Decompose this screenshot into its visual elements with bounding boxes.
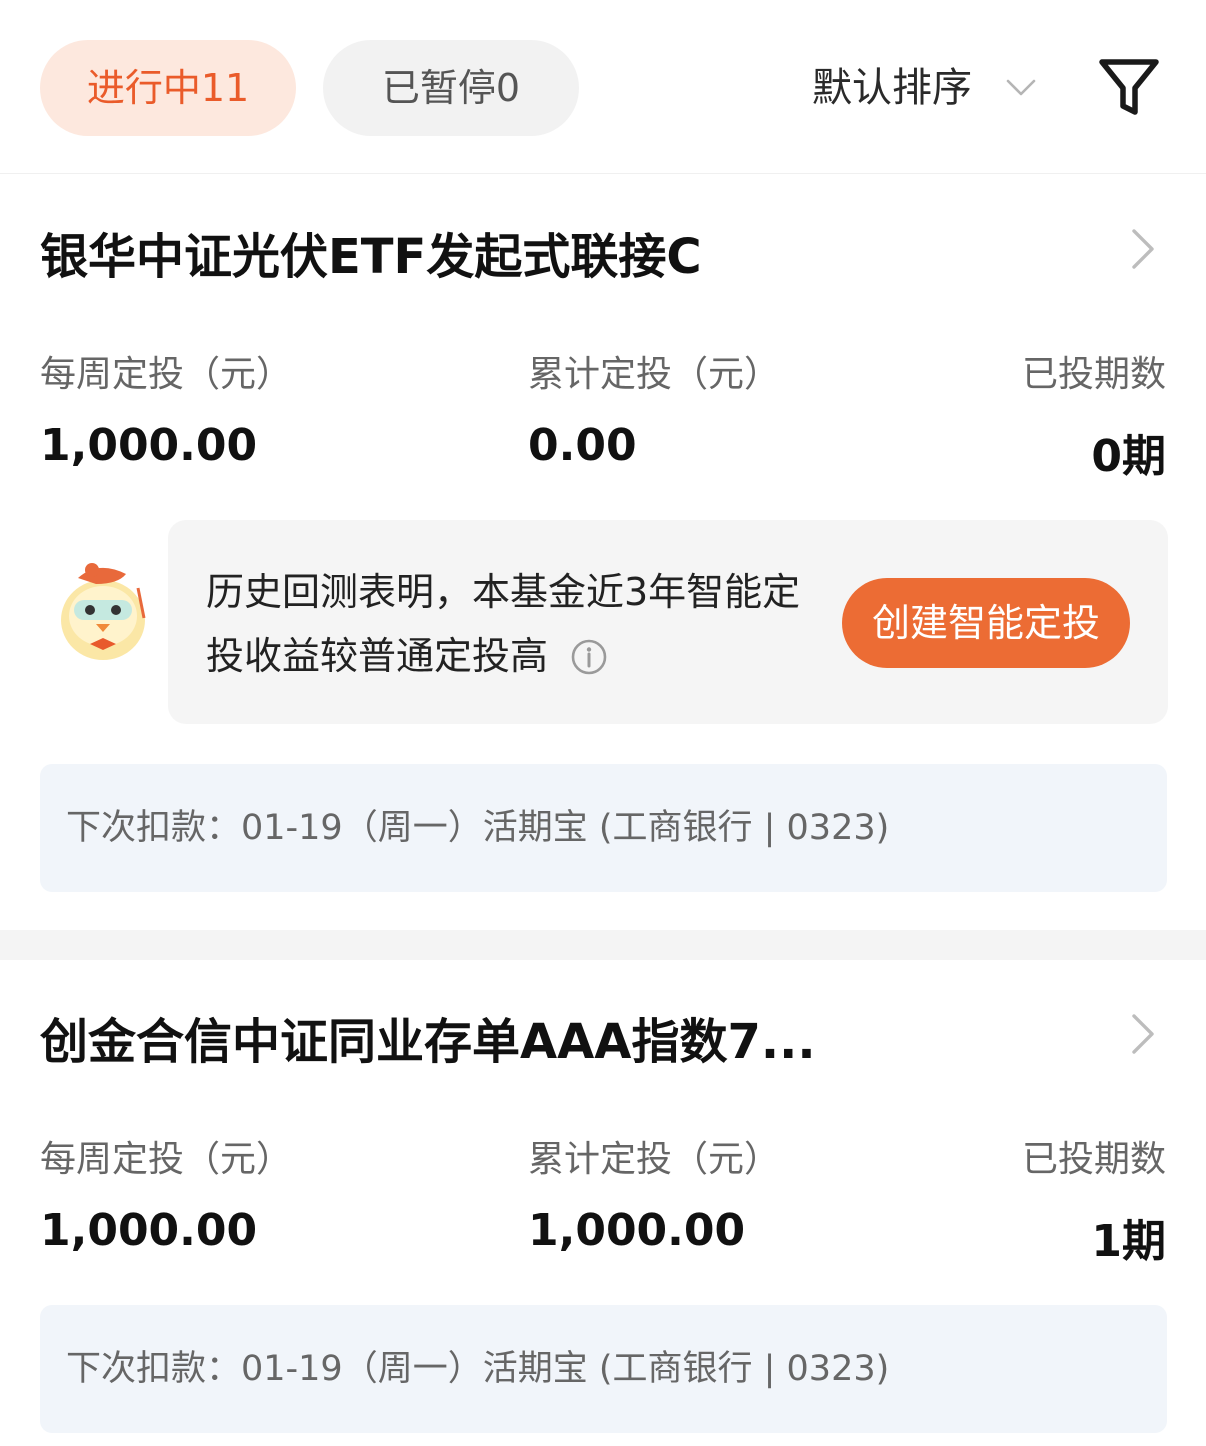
total-amount-value: 0.00 [528,420,637,471]
periods-value: 0期 [1091,431,1166,482]
weekly-amount-label: 每周定投（元） [40,1139,293,1180]
periods-value: 1期 [1091,1216,1166,1267]
sort-dropdown-label[interactable]: 默认排序 [812,40,972,136]
next-deduction-info: 下次扣款：01-19（周一）活期宝 (工商银行 | 0323) [40,764,1167,892]
total-amount-label: 累计定投（元） [528,354,781,395]
fund-name[interactable]: 银华中证光伏ETF发起式联接C [40,217,702,287]
periods-label: 已投期数 [1021,354,1166,395]
total-amount-label: 累计定投（元） [528,1139,781,1180]
weekly-amount-label: 每周定投（元） [40,354,293,395]
card-separator [0,930,1206,960]
chevron-right-icon[interactable] [1124,1010,1160,1058]
next-deduction-info: 下次扣款：01-19（周一）活期宝 (工商银行 | 0323) [40,1305,1167,1433]
total-amount-value: 1,000.00 [528,1205,746,1256]
plan-card[interactable]: 银华中证光伏ETF发起式联接C 每周定投（元） 累计定投（元） 已投期数 1,0… [0,175,1206,930]
weekly-amount-value: 1,000.00 [40,420,258,471]
smart-invest-tip: 历史回测表明，本基金近3年智能定投收益较普通定投高 创建智能定投 [168,520,1168,724]
plan-card[interactable]: 创金合信中证同业存单AAA指数7... 每周定投（元） 累计定投（元） 已投期数… [0,960,1206,1446]
weekly-amount-value: 1,000.00 [40,1205,258,1256]
chevron-right-icon[interactable] [1124,225,1160,273]
tip-text: 历史回测表明，本基金近3年智能定投收益较普通定投高 [206,570,801,678]
tab-in-progress[interactable]: 进行中11 [40,40,296,136]
top-bar: 进行中11 已暂停0 默认排序 [0,0,1206,174]
fund-name[interactable]: 创金合信中证同业存单AAA指数7... [40,1002,816,1072]
info-icon[interactable] [570,638,608,676]
filter-icon[interactable] [1096,54,1162,120]
chevron-down-icon[interactable] [1004,70,1038,104]
mascot-icon [61,563,146,660]
periods-label: 已投期数 [1021,1139,1166,1180]
create-smart-invest-button[interactable]: 创建智能定投 [842,578,1130,668]
tab-paused[interactable]: 已暂停0 [323,40,579,136]
